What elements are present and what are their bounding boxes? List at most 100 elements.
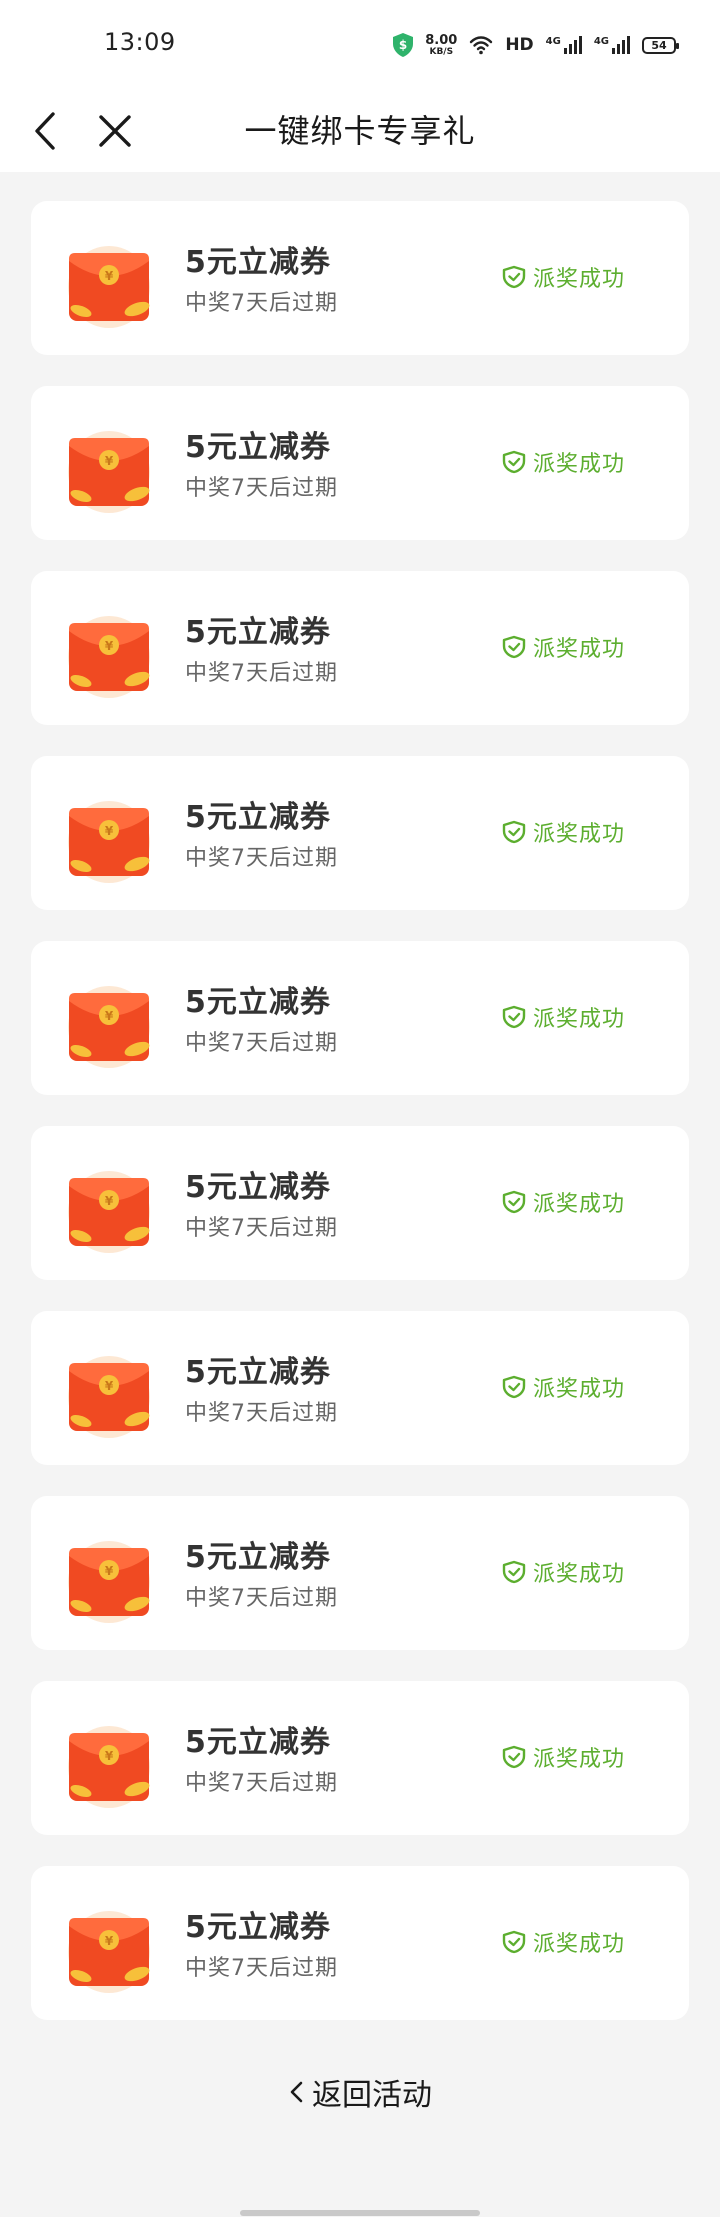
reward-status: 派奖成功 [501, 1556, 625, 1588]
battery-level: 54 [651, 38, 667, 52]
reward-status-label: 派奖成功 [532, 1747, 625, 1772]
return-label: 返回活动 [312, 2078, 432, 2113]
page-title: 一键绑卡专享礼 [244, 112, 476, 150]
reward-status-label: 派奖成功 [532, 1932, 625, 1957]
reward-status-label: 派奖成功 [532, 637, 625, 662]
shield-check-icon [502, 1745, 526, 1769]
reward-status-label: 派奖成功 [532, 1377, 625, 1402]
shield-check-icon [502, 1560, 526, 1584]
reward-expiry: 中奖7天后过期 [185, 1956, 338, 1981]
svg-text:¥: ¥ [105, 1934, 114, 1948]
cellular-signal-1-icon: 4G [546, 36, 582, 54]
shield-check-icon [502, 265, 526, 289]
reward-title: 5元立减券 [185, 1910, 331, 1945]
nav-bar: 一键绑卡专享礼 [0, 86, 720, 172]
reward-expiry: 中奖7天后过期 [185, 1401, 338, 1426]
reward-card: ¥ 5元立减券 中奖7天后过期 派奖成功 [31, 756, 689, 910]
reward-title: 5元立减券 [185, 1170, 331, 1205]
chevron-left-icon [290, 2081, 303, 2103]
reward-title: 5元立减券 [185, 1725, 331, 1760]
reward-expiry: 中奖7天后过期 [185, 476, 338, 501]
reward-status: 派奖成功 [501, 1371, 625, 1403]
red-envelope-icon: ¥ [68, 246, 150, 328]
reward-status: 派奖成功 [501, 446, 625, 478]
red-envelope-icon: ¥ [68, 1541, 150, 1623]
status-icons: $ 8.00 KB/S HD 4G 4G 54 [393, 28, 679, 62]
reward-card: ¥ 5元立减券 中奖7天后过期 派奖成功 [31, 1311, 689, 1465]
svg-text:¥: ¥ [105, 1009, 114, 1023]
red-envelope-icon: ¥ [68, 801, 150, 883]
shield-check-icon [502, 1190, 526, 1214]
reward-status-label: 派奖成功 [532, 1562, 625, 1587]
reward-status: 派奖成功 [501, 631, 625, 663]
svg-text:¥: ¥ [105, 1379, 114, 1393]
reward-card: ¥ 5元立减券 中奖7天后过期 派奖成功 [31, 1496, 689, 1650]
reward-title: 5元立减券 [185, 430, 331, 465]
wifi-icon [470, 36, 493, 55]
home-indicator[interactable] [240, 2210, 480, 2216]
svg-text:¥: ¥ [105, 824, 114, 838]
reward-status-label: 派奖成功 [532, 1007, 625, 1032]
signal-1-label: 4G [545, 36, 561, 47]
svg-text:¥: ¥ [105, 1564, 114, 1578]
reward-title: 5元立减券 [185, 245, 331, 280]
shield-check-icon [502, 1005, 526, 1029]
return-to-activity-button[interactable]: 返回活动 [0, 2070, 720, 2114]
reward-status-label: 派奖成功 [532, 452, 625, 477]
reward-card: ¥ 5元立减券 中奖7天后过期 派奖成功 [31, 386, 689, 540]
svg-text:$: $ [399, 38, 407, 52]
reward-expiry: 中奖7天后过期 [185, 1586, 338, 1611]
reward-status-label: 派奖成功 [532, 1192, 625, 1217]
red-envelope-icon: ¥ [68, 1171, 150, 1253]
svg-text:¥: ¥ [105, 639, 114, 653]
reward-card: ¥ 5元立减券 中奖7天后过期 派奖成功 [31, 571, 689, 725]
reward-status: 派奖成功 [501, 816, 625, 848]
reward-expiry: 中奖7天后过期 [185, 1031, 338, 1056]
reward-status: 派奖成功 [501, 1001, 625, 1033]
net-speed-value: 8.00 [425, 32, 458, 48]
shield-check-icon [502, 1930, 526, 1954]
svg-text:¥: ¥ [105, 269, 114, 283]
cellular-signal-2-icon: 4G [594, 36, 630, 54]
red-envelope-icon: ¥ [68, 616, 150, 698]
reward-list: ¥ 5元立减券 中奖7天后过期 派奖成功 ¥ 5元立减券 中奖7天后过期 派奖成… [0, 172, 720, 2020]
status-bar: 13:09 $ 8.00 KB/S HD 4G 4G 54 [0, 0, 720, 86]
reward-title: 5元立减券 [185, 1540, 331, 1575]
reward-title: 5元立减券 [185, 615, 331, 650]
svg-text:¥: ¥ [105, 1194, 114, 1208]
hd-label: HD [505, 35, 534, 55]
reward-status: 派奖成功 [501, 1741, 625, 1773]
red-envelope-icon: ¥ [68, 1356, 150, 1438]
shield-check-icon [502, 820, 526, 844]
reward-card: ¥ 5元立减券 中奖7天后过期 派奖成功 [31, 1126, 689, 1280]
signal-2-label: 4G [593, 36, 609, 47]
red-envelope-icon: ¥ [68, 1911, 150, 1993]
reward-expiry: 中奖7天后过期 [185, 661, 338, 686]
reward-status: 派奖成功 [501, 1186, 625, 1218]
reward-status: 派奖成功 [501, 1926, 625, 1958]
shield-check-icon [502, 635, 526, 659]
red-envelope-icon: ¥ [68, 1726, 150, 1808]
svg-text:¥: ¥ [105, 1749, 114, 1763]
reward-card: ¥ 5元立减券 中奖7天后过期 派奖成功 [31, 201, 689, 355]
reward-card: ¥ 5元立减券 中奖7天后过期 派奖成功 [31, 1681, 689, 1835]
battery-icon: 54 [642, 36, 679, 54]
shield-check-icon [502, 450, 526, 474]
reward-status-label: 派奖成功 [532, 267, 625, 292]
reward-expiry: 中奖7天后过期 [185, 1216, 338, 1241]
red-envelope-icon: ¥ [68, 986, 150, 1068]
security-shield-icon: $ [393, 33, 414, 57]
reward-title: 5元立减券 [185, 1355, 331, 1390]
reward-status-label: 派奖成功 [532, 822, 625, 847]
svg-text:¥: ¥ [105, 454, 114, 468]
shield-check-icon [502, 1375, 526, 1399]
reward-expiry: 中奖7天后过期 [185, 846, 338, 871]
reward-status: 派奖成功 [501, 261, 625, 293]
net-speed: 8.00 KB/S [425, 34, 457, 57]
reward-card: ¥ 5元立减券 中奖7天后过期 派奖成功 [31, 1866, 689, 2020]
reward-expiry: 中奖7天后过期 [185, 291, 338, 316]
reward-expiry: 中奖7天后过期 [185, 1771, 338, 1796]
status-time: 13:09 [104, 28, 176, 56]
red-envelope-icon: ¥ [68, 431, 150, 513]
reward-card: ¥ 5元立减券 中奖7天后过期 派奖成功 [31, 941, 689, 1095]
